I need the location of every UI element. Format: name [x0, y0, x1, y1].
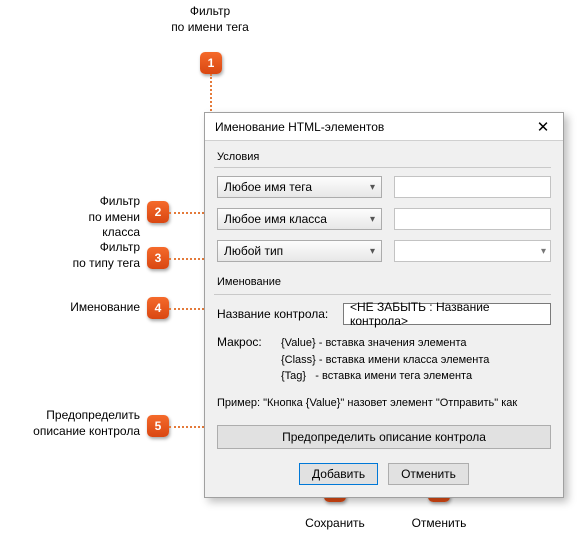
- chevron-down-icon: ▾: [370, 182, 375, 193]
- callout-badge-2: 2: [147, 201, 169, 223]
- type-select-label: Любой тип: [224, 244, 283, 258]
- macro-label: Макрос:: [217, 335, 271, 385]
- annotation-save: Сохранить: [300, 516, 370, 532]
- class-name-select[interactable]: Любое имя класса ▾: [217, 208, 382, 230]
- type-value-select[interactable]: ▾: [394, 240, 551, 262]
- callout-badge-1: 1: [200, 52, 222, 74]
- annotation-predefine: Предопределить описание контрола: [32, 408, 140, 439]
- dialog-titlebar: Именование HTML-элементов ✕: [205, 113, 563, 141]
- class-name-input[interactable]: [394, 208, 551, 230]
- tag-name-select[interactable]: Любое имя тега ▾: [217, 176, 382, 198]
- add-button-label: Добавить: [312, 467, 365, 481]
- cancel-button[interactable]: Отменить: [388, 463, 469, 485]
- chevron-down-icon: ▾: [541, 246, 546, 257]
- example-text: Пример: "Кнопка {Value}" назовет элемент…: [217, 397, 551, 409]
- annotation-tag-type-filter: Фильтр по типу тега: [48, 240, 140, 271]
- dialog-title: Именование HTML-элементов: [215, 120, 384, 134]
- annotation-tag-name-filter: Фильтр по имени тега: [160, 4, 260, 35]
- chevron-down-icon: ▾: [370, 246, 375, 257]
- callout-badge-4: 4: [147, 297, 169, 319]
- callout-badge-5: 5: [147, 415, 169, 437]
- section-naming-label: Именование: [217, 276, 551, 288]
- annotation-class-name-filter: Фильтр по имени класса: [48, 194, 140, 241]
- predefine-description-button[interactable]: Предопределить описание контрола: [217, 425, 551, 449]
- control-name-label: Название контрола:: [217, 307, 337, 321]
- chevron-down-icon: ▾: [370, 214, 375, 225]
- annotation-cancel: Отменить: [404, 516, 474, 532]
- tag-name-select-label: Любое имя тега: [224, 180, 312, 194]
- control-name-input[interactable]: <НЕ ЗАБЫТЬ : Название контрола>: [343, 303, 551, 325]
- annotation-naming: Именование: [48, 300, 140, 316]
- class-name-select-label: Любое имя класса: [224, 212, 327, 226]
- macro-lines: {Value} - вставка значения элемента {Cla…: [281, 335, 489, 385]
- control-name-value: <НЕ ЗАБЫТЬ : Название контрола>: [350, 300, 544, 328]
- cancel-button-label: Отменить: [401, 467, 456, 481]
- tag-name-input[interactable]: [394, 176, 551, 198]
- dialog: Именование HTML-элементов ✕ Условия Любо…: [204, 112, 564, 498]
- predefine-description-label: Предопределить описание контрола: [282, 430, 486, 444]
- type-select[interactable]: Любой тип ▾: [217, 240, 382, 262]
- callout-badge-3: 3: [147, 247, 169, 269]
- section-conditions-label: Условия: [217, 151, 551, 163]
- add-button[interactable]: Добавить: [299, 463, 378, 485]
- close-icon[interactable]: ✕: [533, 118, 553, 136]
